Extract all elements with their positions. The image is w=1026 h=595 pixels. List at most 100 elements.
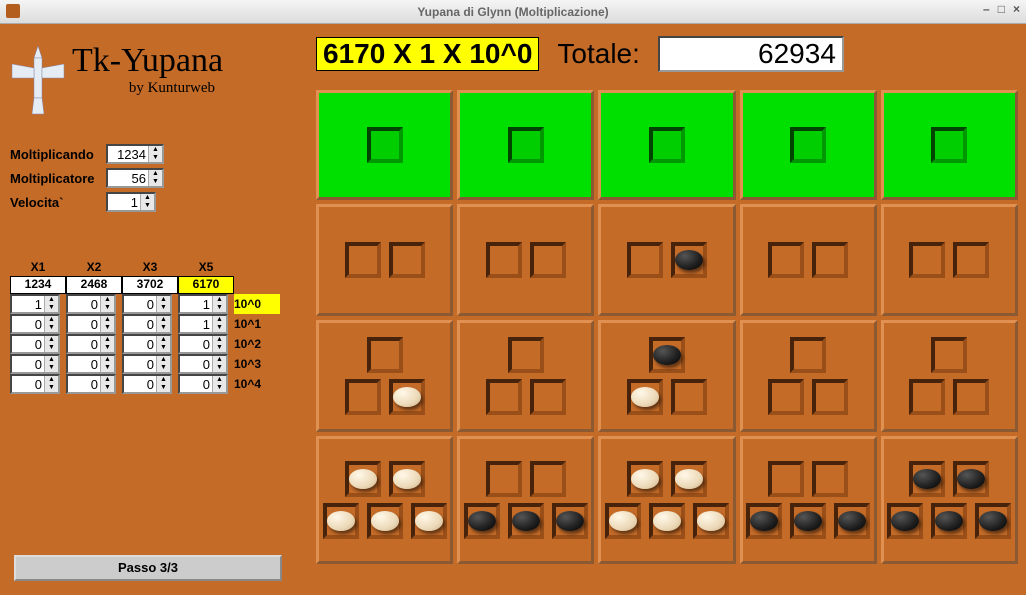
matrix-cell-input[interactable]	[68, 356, 100, 372]
matrix-cell-stepper[interactable]: ▲▼	[66, 294, 116, 314]
maximize-button[interactable]: □	[998, 2, 1005, 16]
board-slot[interactable]	[508, 337, 544, 373]
board-slot[interactable]	[345, 461, 381, 497]
matrix-cell-input[interactable]	[12, 316, 44, 332]
down-arrow-icon[interactable]: ▼	[157, 324, 170, 332]
matrix-cell-stepper[interactable]: ▲▼	[10, 294, 60, 314]
close-button[interactable]: ×	[1013, 2, 1020, 16]
board-slot[interactable]	[367, 503, 403, 539]
board-slot[interactable]	[931, 337, 967, 373]
up-arrow-icon[interactable]: ▲	[45, 316, 58, 324]
moltiplicatore-stepper[interactable]: ▲▼	[106, 168, 164, 188]
board-slot[interactable]	[768, 461, 804, 497]
board-cell[interactable]	[740, 320, 877, 432]
down-arrow-icon[interactable]: ▼	[213, 384, 226, 392]
matrix-cell-stepper[interactable]: ▲▼	[122, 314, 172, 334]
matrix-cell-stepper[interactable]: ▲▼	[10, 374, 60, 394]
matrix-cell-input[interactable]	[180, 316, 212, 332]
up-arrow-icon[interactable]: ▲	[45, 356, 58, 364]
matrix-cell-stepper[interactable]: ▲▼	[10, 334, 60, 354]
board-slot[interactable]	[464, 503, 500, 539]
board-slot[interactable]	[649, 337, 685, 373]
board-slot[interactable]	[909, 242, 945, 278]
board-slot[interactable]	[486, 379, 522, 415]
matrix-cell-stepper[interactable]: ▲▼	[66, 374, 116, 394]
matrix-cell-stepper[interactable]: ▲▼	[66, 314, 116, 334]
board-slot[interactable]	[834, 503, 870, 539]
matrix-cell-stepper[interactable]: ▲▼	[66, 334, 116, 354]
board-slot[interactable]	[953, 242, 989, 278]
board-slot[interactable]	[812, 379, 848, 415]
board-slot[interactable]	[627, 379, 663, 415]
board-slot[interactable]	[389, 461, 425, 497]
board-slot[interactable]	[931, 127, 967, 163]
up-arrow-icon[interactable]: ▲	[213, 316, 226, 324]
matrix-cell-input[interactable]	[180, 376, 212, 392]
down-arrow-icon[interactable]: ▼	[45, 364, 58, 372]
down-arrow-icon[interactable]: ▼	[149, 178, 162, 186]
down-arrow-icon[interactable]: ▼	[157, 364, 170, 372]
board-cell[interactable]	[457, 436, 594, 564]
board-cell[interactable]	[881, 90, 1018, 200]
up-arrow-icon[interactable]: ▲	[157, 356, 170, 364]
velocita-input[interactable]	[108, 194, 140, 210]
board-slot[interactable]	[323, 503, 359, 539]
matrix-cell-input[interactable]	[12, 336, 44, 352]
down-arrow-icon[interactable]: ▼	[101, 344, 114, 352]
board-cell[interactable]	[881, 204, 1018, 316]
matrix-cell-stepper[interactable]: ▲▼	[122, 374, 172, 394]
board-slot[interactable]	[746, 503, 782, 539]
down-arrow-icon[interactable]: ▼	[45, 324, 58, 332]
board-cell[interactable]	[457, 90, 594, 200]
matrix-cell-stepper[interactable]: ▲▼	[10, 354, 60, 374]
board-slot[interactable]	[367, 127, 403, 163]
matrix-cell-stepper[interactable]: ▲▼	[122, 334, 172, 354]
matrix-cell-stepper[interactable]: ▲▼	[10, 314, 60, 334]
board-slot[interactable]	[508, 503, 544, 539]
matrix-cell-input[interactable]	[68, 336, 100, 352]
up-arrow-icon[interactable]: ▲	[101, 336, 114, 344]
up-arrow-icon[interactable]: ▲	[149, 146, 162, 154]
board-slot[interactable]	[486, 242, 522, 278]
down-arrow-icon[interactable]: ▼	[45, 344, 58, 352]
up-arrow-icon[interactable]: ▲	[213, 296, 226, 304]
matrix-cell-input[interactable]	[12, 376, 44, 392]
board-slot[interactable]	[605, 503, 641, 539]
matrix-cell-stepper[interactable]: ▲▼	[122, 354, 172, 374]
matrix-cell-stepper[interactable]: ▲▼	[122, 294, 172, 314]
board-cell[interactable]	[316, 90, 453, 200]
up-arrow-icon[interactable]: ▲	[213, 356, 226, 364]
board-slot[interactable]	[909, 461, 945, 497]
board-cell[interactable]	[881, 436, 1018, 564]
board-slot[interactable]	[812, 242, 848, 278]
board-slot[interactable]	[768, 242, 804, 278]
board-slot[interactable]	[552, 503, 588, 539]
board-slot[interactable]	[671, 242, 707, 278]
velocita-stepper[interactable]: ▲▼	[106, 192, 156, 212]
matrix-cell-stepper[interactable]: ▲▼	[178, 294, 228, 314]
board-cell[interactable]	[881, 320, 1018, 432]
up-arrow-icon[interactable]: ▲	[45, 296, 58, 304]
up-arrow-icon[interactable]: ▲	[101, 296, 114, 304]
board-cell[interactable]	[740, 204, 877, 316]
board-cell[interactable]	[740, 436, 877, 564]
down-arrow-icon[interactable]: ▼	[157, 304, 170, 312]
matrix-cell-input[interactable]	[124, 336, 156, 352]
moltiplicando-stepper[interactable]: ▲▼	[106, 144, 164, 164]
matrix-cell-stepper[interactable]: ▲▼	[178, 374, 228, 394]
board-slot[interactable]	[909, 379, 945, 415]
down-arrow-icon[interactable]: ▼	[213, 304, 226, 312]
board-slot[interactable]	[530, 242, 566, 278]
up-arrow-icon[interactable]: ▲	[45, 336, 58, 344]
up-arrow-icon[interactable]: ▲	[101, 376, 114, 384]
minimize-button[interactable]: –	[983, 2, 990, 16]
matrix-cell-input[interactable]	[180, 296, 212, 312]
down-arrow-icon[interactable]: ▼	[101, 324, 114, 332]
up-arrow-icon[interactable]: ▲	[45, 376, 58, 384]
board-slot[interactable]	[649, 503, 685, 539]
board-cell[interactable]	[598, 90, 735, 200]
matrix-cell-input[interactable]	[180, 356, 212, 372]
board-slot[interactable]	[367, 337, 403, 373]
board-slot[interactable]	[530, 461, 566, 497]
down-arrow-icon[interactable]: ▼	[101, 384, 114, 392]
